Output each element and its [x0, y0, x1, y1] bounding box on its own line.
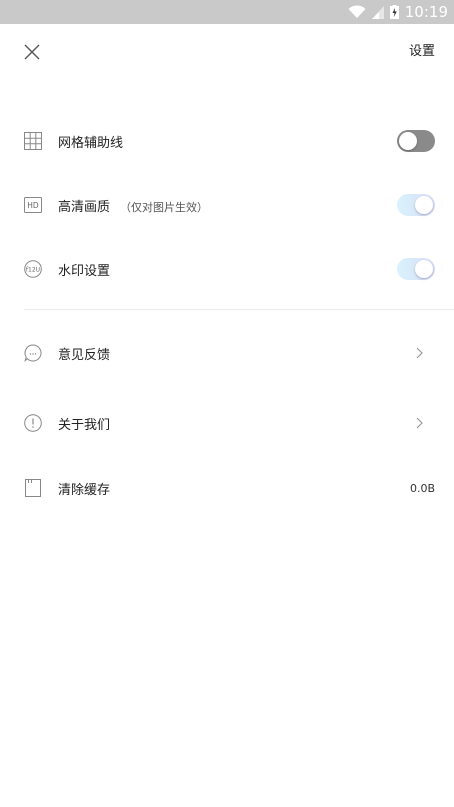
chevron-right-icon — [414, 416, 424, 430]
toggle-knob — [415, 196, 433, 214]
watermark-label: 水印设置 — [58, 263, 111, 279]
hd-quality-label: 高清画质 — [58, 199, 111, 215]
clear-cache-label: 清除缓存 — [58, 482, 111, 498]
page-title: 设置 — [408, 44, 435, 59]
close-button[interactable] — [18, 40, 46, 68]
watermark-icon-text: f12U — [26, 266, 40, 273]
clock-time: 10:19 — [404, 3, 448, 21]
toggle-knob — [415, 260, 433, 278]
section-divider — [24, 309, 454, 310]
grid-lines-label: 网格辅助线 — [58, 135, 124, 151]
hd-quality-toggle[interactable] — [397, 194, 435, 216]
setting-row-hd-quality: HD 高清画质 （仅对图片生效） — [0, 183, 454, 227]
chevron-right-icon — [414, 346, 424, 360]
about-label: 关于我们 — [58, 417, 111, 433]
setting-row-about[interactable]: 关于我们 — [0, 401, 454, 445]
watermark-icon: f12U — [24, 260, 42, 278]
info-circle-icon — [24, 414, 42, 432]
toggle-knob — [399, 132, 417, 150]
hd-quality-note: （仅对图片生效） — [120, 200, 209, 214]
close-icon — [24, 44, 40, 64]
watermark-toggle[interactable] — [397, 258, 435, 280]
hd-quality-label-group: 高清画质 （仅对图片生效） — [58, 196, 208, 215]
wifi-icon — [348, 5, 366, 19]
feedback-label: 意见反馈 — [58, 347, 111, 363]
hd-icon-text: HD — [27, 201, 39, 210]
setting-row-clear-cache[interactable]: 清除缓存 0.0B — [0, 466, 454, 510]
hd-icon: HD — [24, 196, 42, 214]
status-bar: 10:19 — [0, 0, 454, 24]
header: 设置 — [0, 24, 454, 80]
battery-charging-icon — [389, 5, 399, 19]
setting-row-watermark: f12U 水印设置 — [0, 247, 454, 291]
signal-icon — [371, 5, 384, 19]
storage-card-icon — [24, 479, 42, 497]
chat-bubble-icon — [24, 344, 42, 362]
grid-icon — [24, 132, 42, 150]
grid-lines-toggle[interactable] — [397, 130, 435, 152]
setting-row-grid-lines: 网格辅助线 — [0, 119, 454, 163]
cache-size-value: 0.0B — [409, 481, 435, 495]
setting-row-feedback[interactable]: 意见反馈 — [0, 331, 454, 375]
